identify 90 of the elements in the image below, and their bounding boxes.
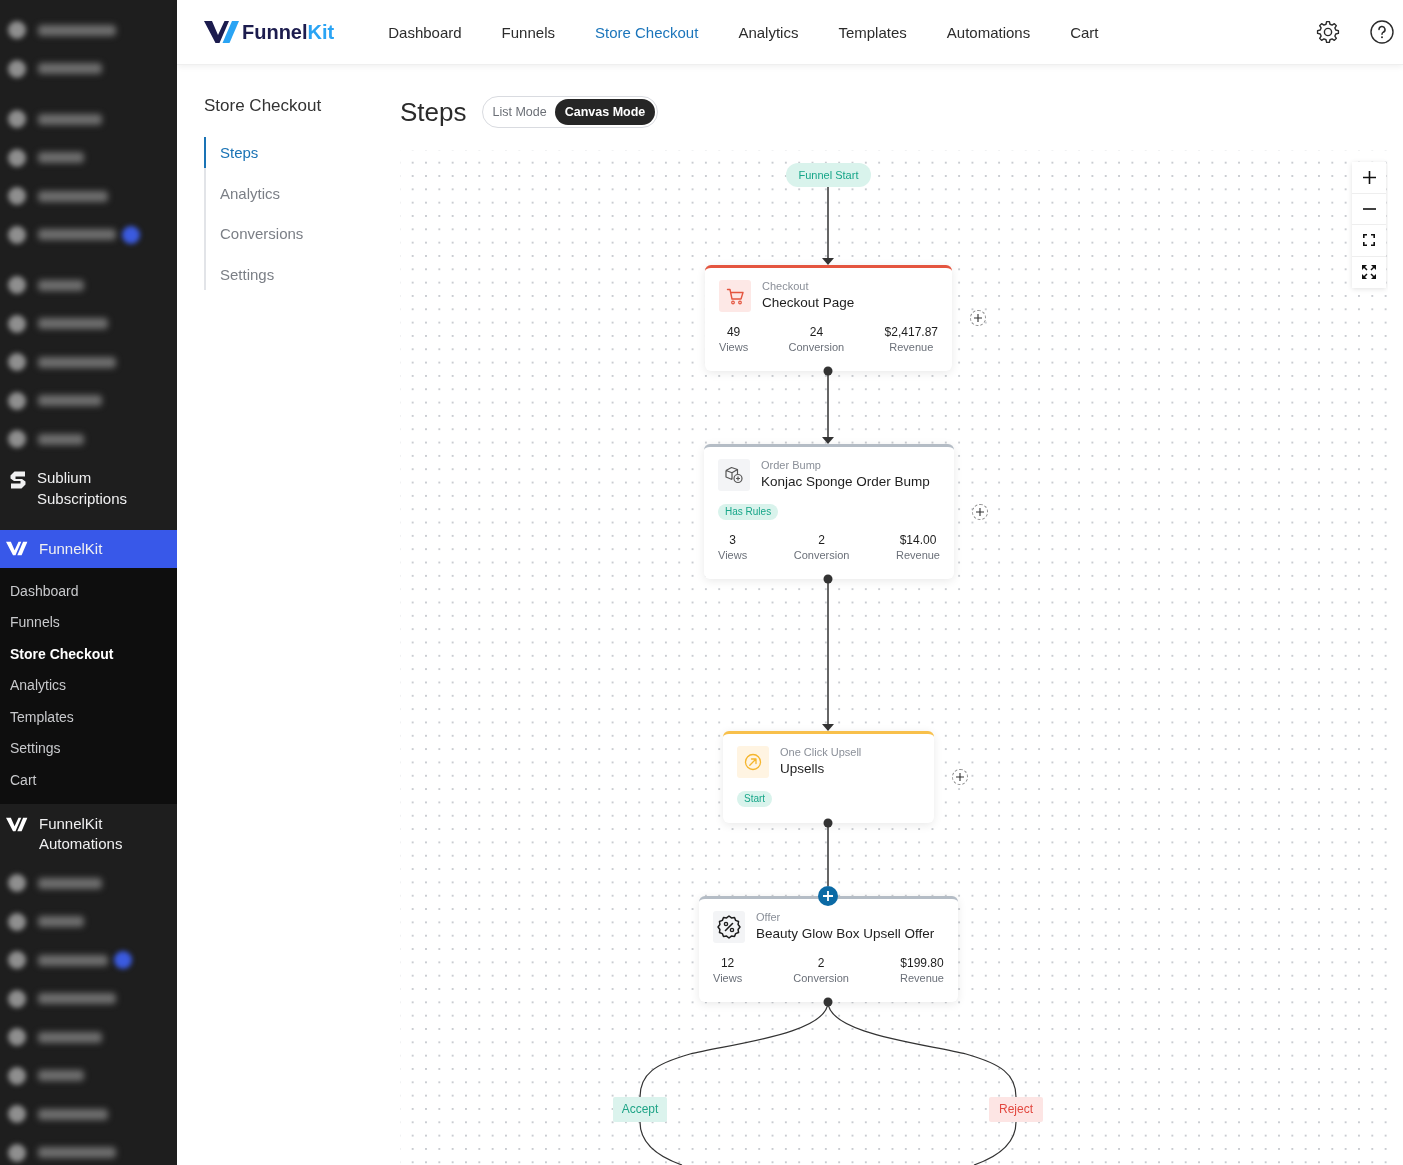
sidebar-menu-item[interactable]: FunnelKit Automations xyxy=(0,804,177,864)
logo-icon xyxy=(204,20,240,44)
step-title: Konjac Sponge Order Bump xyxy=(761,473,930,491)
stat-label: Conversion xyxy=(793,971,849,986)
section-nav-item[interactable]: Settings xyxy=(204,259,326,291)
branch-tag: Accept xyxy=(613,1097,667,1122)
step-type-label: Order Bump xyxy=(761,459,822,471)
submenu-item[interactable]: Dashboard xyxy=(0,575,177,607)
step-title: Checkout Page xyxy=(762,294,855,312)
nav-link[interactable]: Store Checkout xyxy=(595,23,699,41)
help-icon[interactable] xyxy=(1370,20,1394,44)
add-step-button[interactable] xyxy=(970,310,986,326)
connector-dot[interactable] xyxy=(823,366,833,376)
s-shape-icon xyxy=(8,469,28,490)
step-type-label: One Click Upsell xyxy=(780,746,862,758)
plus-icon xyxy=(823,891,833,901)
logo-icon xyxy=(6,541,28,557)
section-nav-item[interactable]: Conversions xyxy=(204,218,326,250)
stat-value: 49 xyxy=(726,325,741,340)
submenu-item[interactable]: Funnels xyxy=(0,607,177,639)
section-nav-item[interactable]: Analytics xyxy=(204,177,326,209)
stat-value: $199.80 xyxy=(900,956,944,971)
corner-brackets-icon xyxy=(1363,234,1375,247)
page-title: Steps xyxy=(400,96,467,128)
plus-icon xyxy=(976,507,984,516)
nav-link[interactable]: Automations xyxy=(946,23,1031,41)
submenu-item[interactable]: Store Checkout xyxy=(0,638,177,670)
stat-label: Views xyxy=(719,340,749,355)
stat-label: Views xyxy=(713,971,743,986)
stat-label: Conversion xyxy=(788,340,845,355)
cart-icon xyxy=(719,280,751,312)
add-step-button[interactable] xyxy=(952,769,968,785)
connector-dot[interactable] xyxy=(823,818,833,828)
fit-view-button[interactable] xyxy=(1352,225,1386,257)
connector-dot[interactable] xyxy=(823,574,833,584)
step-title: Upsells xyxy=(780,760,826,778)
section-nav-item[interactable]: Steps xyxy=(204,137,326,168)
stat-label: Revenue xyxy=(889,340,934,355)
submenu-item[interactable]: Settings xyxy=(0,733,177,765)
expand-arrows-icon xyxy=(1362,265,1376,280)
submenu-item[interactable]: Cart xyxy=(0,764,177,796)
zoom-out-button[interactable] xyxy=(1352,193,1386,225)
percent-badge-icon xyxy=(713,911,745,943)
add-step-button[interactable] xyxy=(972,503,988,520)
connector-dot[interactable] xyxy=(823,997,833,1007)
stat-value: 2 xyxy=(818,533,825,548)
nav-link[interactable]: Funnels xyxy=(501,23,555,41)
plus-icon xyxy=(974,314,982,322)
sidebar-menu-item[interactable]: FunnelKit xyxy=(0,530,177,568)
stat-label: Views xyxy=(718,548,748,563)
stat-value: 12 xyxy=(720,956,735,971)
section-title: Store Checkout xyxy=(204,96,323,116)
step-card[interactable]: Order Bump Konjac Sponge Order Bump Has Rules 3 Views 2 Conversion $14.00 Revenue xyxy=(704,444,954,579)
stat-value: $14.00 xyxy=(899,533,937,548)
stat-value: $2,417.87 xyxy=(884,325,938,340)
stat-label: Revenue xyxy=(895,548,940,563)
nav-link[interactable]: Templates xyxy=(838,23,907,41)
stat-value: 2 xyxy=(817,956,825,971)
stat-label: Conversion xyxy=(793,548,850,563)
plus-icon xyxy=(1362,170,1376,184)
step-tag: Has Rules xyxy=(718,504,779,520)
step-card[interactable]: Checkout Checkout Page 49 Views 24 Conversion $2,417.87 Revenue xyxy=(705,265,952,371)
view-mode-option[interactable]: List Mode xyxy=(484,99,555,125)
plus-icon xyxy=(956,773,964,781)
nav-link[interactable]: Dashboard xyxy=(388,23,462,41)
nav-link[interactable]: Cart xyxy=(1070,23,1099,41)
step-type-label: Checkout xyxy=(762,280,810,292)
stat-label: Revenue xyxy=(899,971,944,986)
step-card[interactable]: One Click Upsell Upsells Start xyxy=(723,731,934,823)
step-card[interactable]: Offer Beauty Glow Box Upsell Offer 12 Views 2 Conversion $199.80 Revenue xyxy=(699,896,958,1002)
settings-icon[interactable] xyxy=(1316,20,1340,44)
connector-arrow xyxy=(822,375,834,444)
sidebar-menu-item[interactable]: Sublium Subscriptions xyxy=(0,458,177,530)
fullscreen-button[interactable] xyxy=(1352,256,1386,288)
zoom-in-button[interactable] xyxy=(1352,162,1386,194)
branch-tag: Reject xyxy=(989,1097,1043,1122)
nav-link[interactable]: Analytics xyxy=(738,23,799,41)
step-tag: Start xyxy=(737,791,773,807)
logo-icon xyxy=(6,817,28,832)
view-mode-option[interactable]: Canvas Mode xyxy=(554,99,656,125)
box-plus-icon xyxy=(718,459,750,491)
step-title: Beauty Glow Box Upsell Offer xyxy=(756,925,935,943)
minus-icon xyxy=(1362,207,1376,210)
submenu-item[interactable]: Analytics xyxy=(0,670,177,702)
insert-step-button[interactable] xyxy=(818,886,838,906)
step-type-label: Offer xyxy=(756,911,782,923)
stat-value: 24 xyxy=(809,325,824,340)
submenu-item[interactable]: Templates xyxy=(0,701,177,733)
stat-value: 3 xyxy=(729,533,736,548)
logo-wordmark: FunnelKit xyxy=(242,20,335,44)
